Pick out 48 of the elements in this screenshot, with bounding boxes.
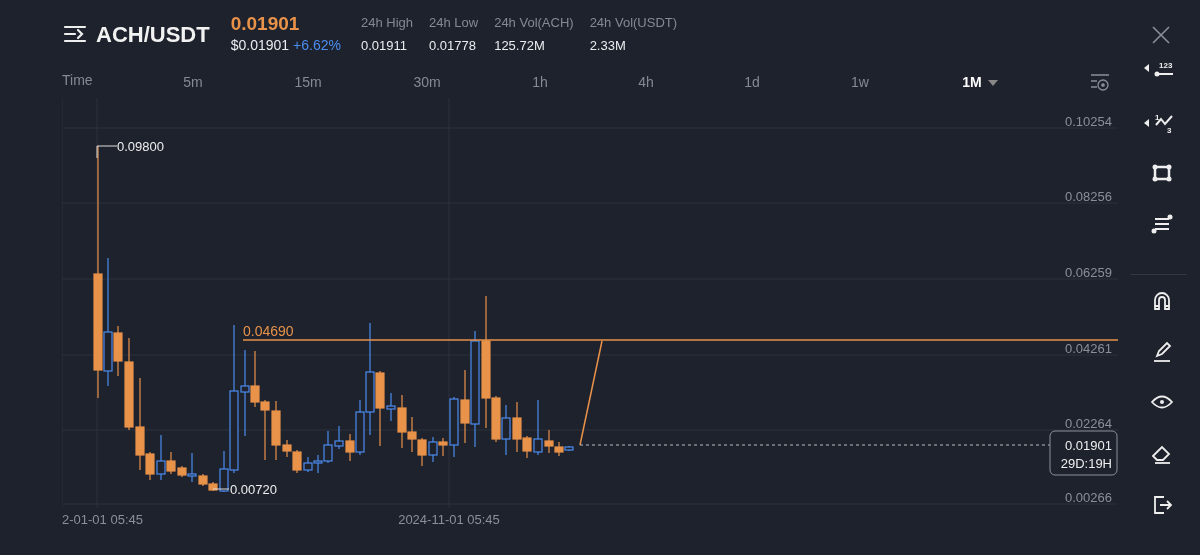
trend-line[interactable]: [579, 340, 603, 446]
candle-countdown: 29D:19H: [1060, 456, 1112, 471]
high-price-label: 0.09800: [117, 139, 164, 154]
leader-line: [212, 488, 230, 490]
caret-icon: [987, 80, 998, 87]
interval-tab[interactable]: 30m: [402, 72, 452, 93]
interval-tab[interactable]: 1M: [945, 72, 1015, 93]
candle: [260, 399, 270, 461]
price-axis-label: 0.10254: [1065, 114, 1112, 129]
stat-value: 0.01911: [360, 37, 408, 55]
last-price: 0.01901: [230, 14, 301, 35]
menu-icon[interactable]: [63, 24, 87, 44]
stat-label: 24h Vol(USDT): [589, 13, 678, 32]
interval-tab[interactable]: 4h: [621, 72, 671, 93]
time-label: Time: [61, 70, 94, 90]
stat-label: 24h Vol(ACH): [494, 13, 574, 32]
stat-value: 125.72M: [494, 37, 546, 55]
line-price-label: 0.04690: [243, 323, 294, 339]
interval-tab[interactable]: 15m: [283, 72, 333, 93]
tool-number-label: 3: [1167, 126, 1172, 135]
low-price-label: 0.00720: [230, 482, 277, 497]
last-price-value: 0.01901: [1065, 438, 1112, 453]
price-axis-label: 0.08256: [1065, 189, 1112, 204]
candle: [417, 437, 427, 467]
stat-value: 0.01778: [429, 37, 477, 55]
interval-tab[interactable]: 1w: [835, 72, 885, 93]
price-axis-label: 0.00266: [1065, 490, 1112, 505]
interval-tab[interactable]: 1d: [727, 72, 777, 93]
pair-title: ACH/USDT: [96, 20, 210, 49]
candle: [428, 436, 438, 463]
price-axis-label: 0.06259: [1065, 265, 1112, 280]
time-axis-label: 2-01-01 05:45: [62, 512, 143, 527]
stat-value: 2.33M: [589, 37, 627, 55]
leader-line: [96, 145, 118, 159]
interval-tab[interactable]: 1h: [515, 72, 565, 93]
price-axis-label: 0.04261: [1065, 341, 1112, 356]
tool-number-label: 123: [1159, 61, 1173, 70]
tool-number-label: 1: [1155, 113, 1160, 122]
stat-label: 24h High: [360, 13, 413, 32]
price-axis-label: 0.02264: [1065, 416, 1112, 431]
candle: [334, 425, 344, 450]
usd-price: $0.01901: [230, 35, 290, 55]
stat-label: 24h Low: [429, 13, 479, 32]
interval-tab[interactable]: 5m: [168, 72, 218, 93]
time-axis-label: 2024-11-01 05:45: [398, 512, 500, 527]
candle: [501, 404, 511, 456]
last-price-tag: [1049, 430, 1118, 476]
price-change: +6.62%: [293, 35, 341, 55]
